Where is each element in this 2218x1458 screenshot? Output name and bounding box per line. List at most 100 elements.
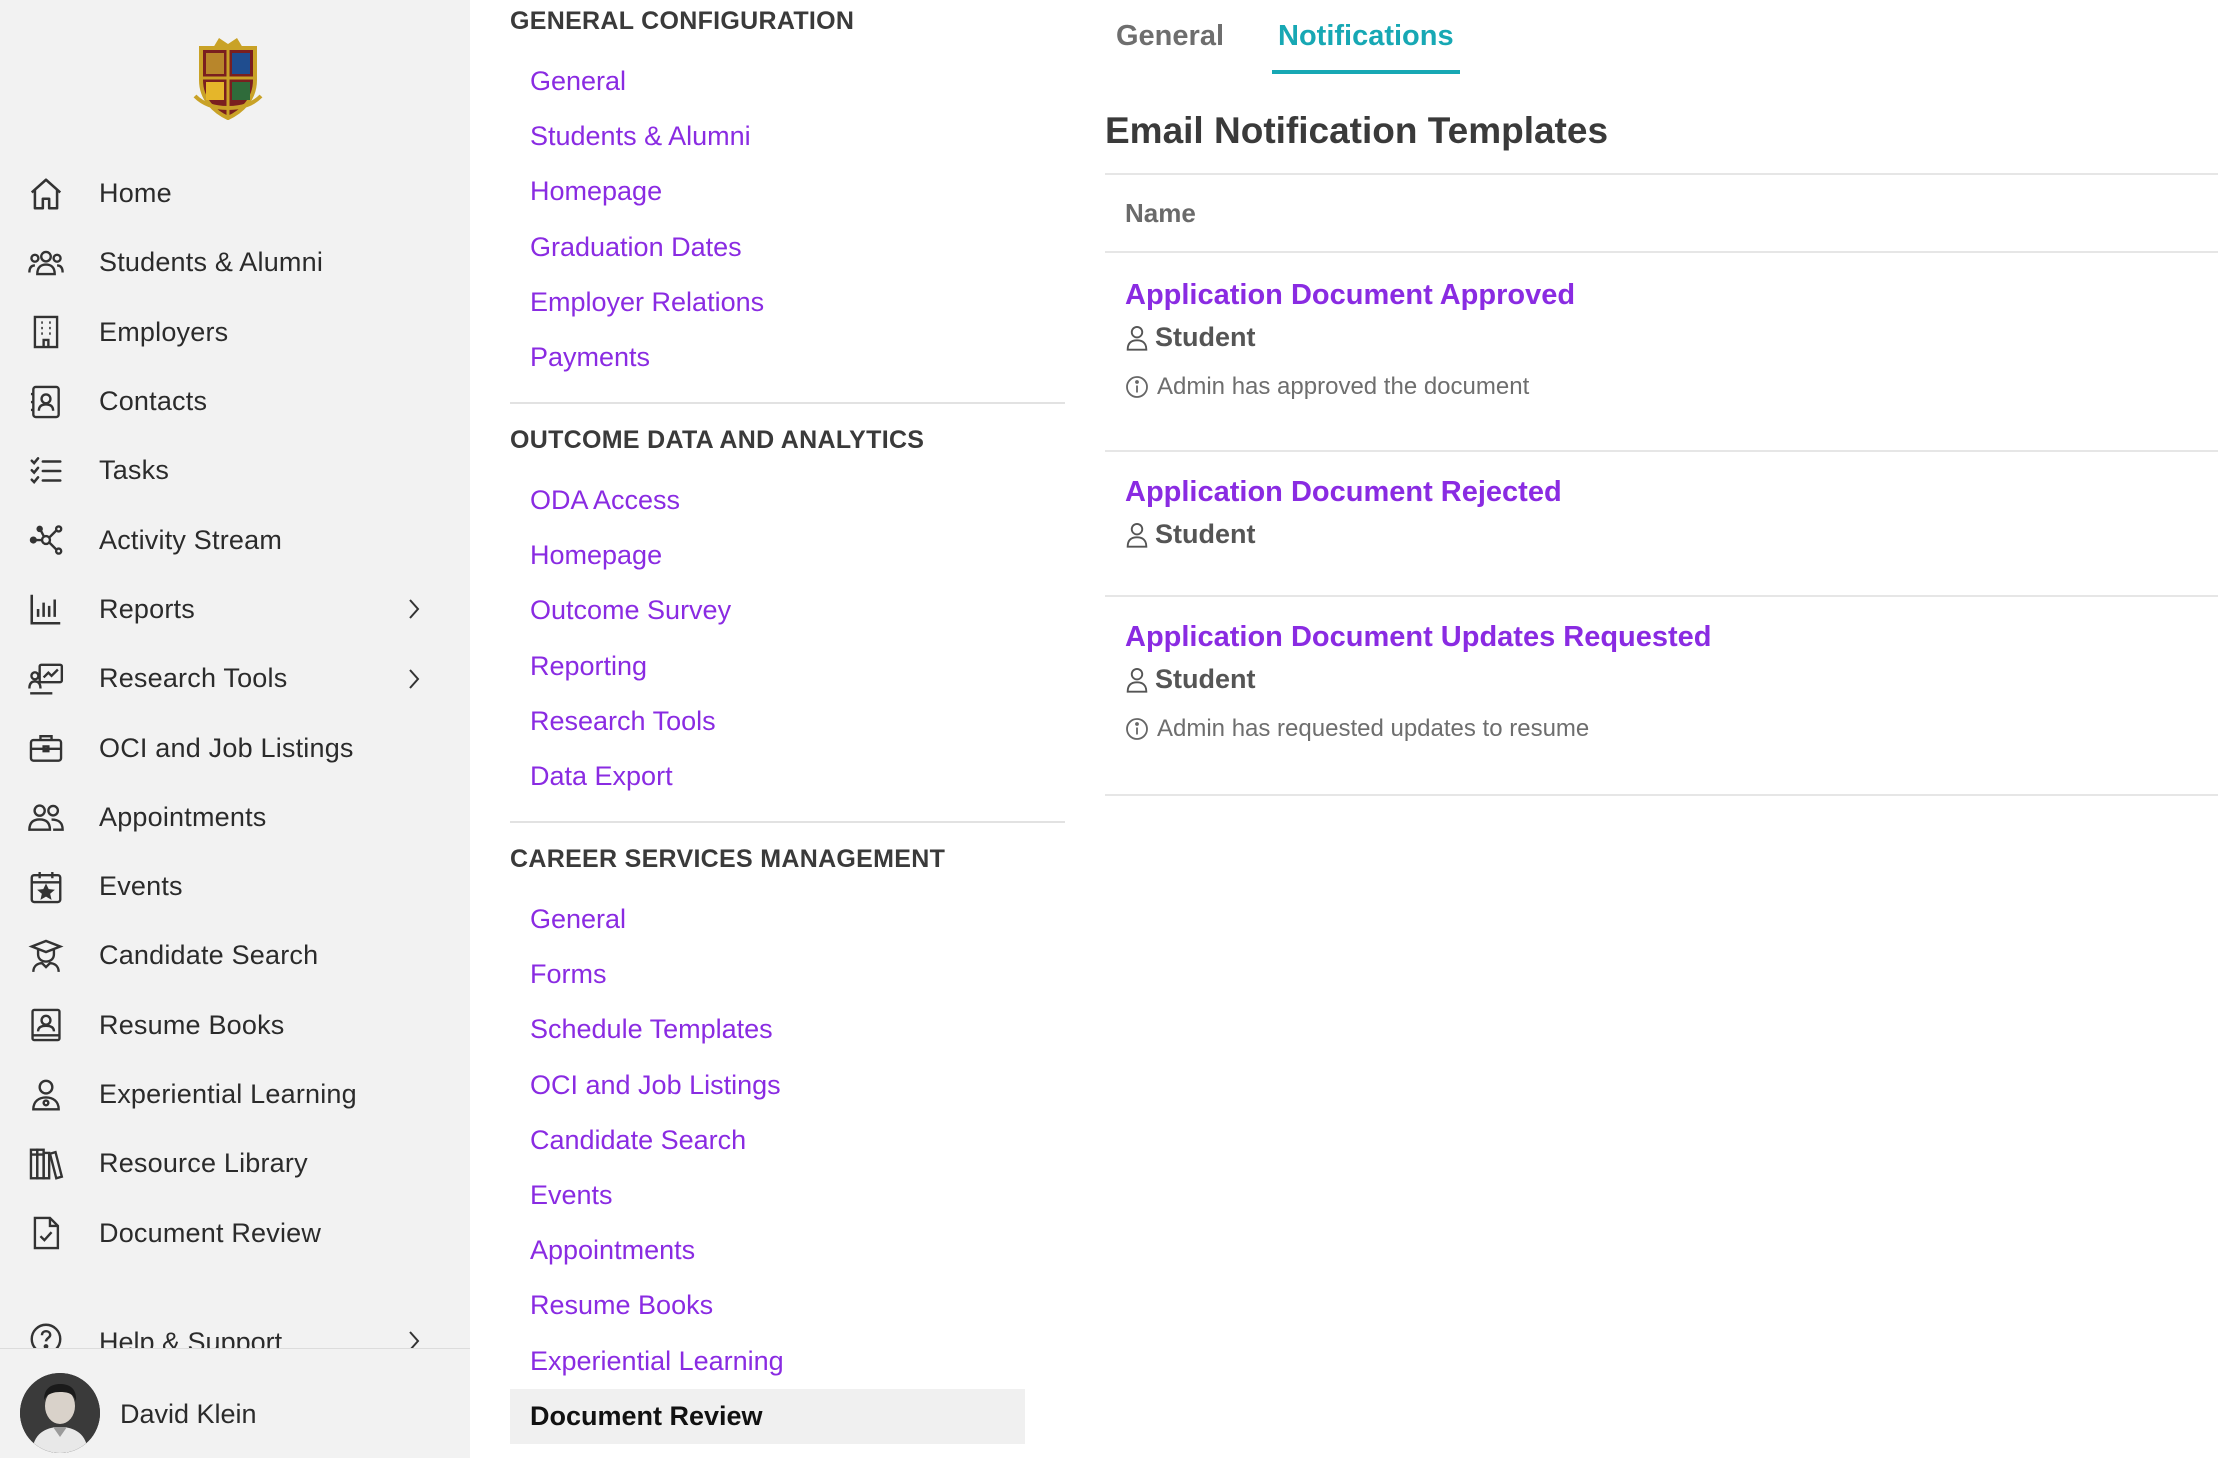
settings-link-schedule-templates[interactable]: Schedule Templates <box>510 1002 1025 1057</box>
settings-link-events[interactable]: Events <box>510 1168 1025 1223</box>
settings-link-payments[interactable]: Payments <box>510 330 1025 385</box>
sidebar-item-label: Appointments <box>99 801 267 832</box>
template-description: Admin has approved the document <box>1125 373 2218 401</box>
settings-link-general[interactable]: General <box>510 54 1025 109</box>
template-name-link[interactable]: Application Document Updates Requested <box>1125 621 1712 654</box>
settings-link-employer-relations[interactable]: Employer Relations <box>510 275 1025 330</box>
sidebar-item-experiential-learning[interactable]: Experiential Learning <box>0 1060 470 1129</box>
chevron-right-icon <box>409 669 420 689</box>
settings-link-research-tools[interactable]: Research Tools <box>510 694 1025 749</box>
section-divider <box>510 821 1065 823</box>
avatar[interactable] <box>20 1373 100 1453</box>
sidebar-item-label: Tasks <box>99 455 170 486</box>
section-title-outcome-data: OUTCOME DATA AND ANALYTICS <box>510 426 925 454</box>
settings-link-document-review[interactable]: Document Review <box>510 1388 1025 1444</box>
settings-link-forms[interactable]: Forms <box>510 947 1025 1002</box>
settings-link-oda-access[interactable]: ODA Access <box>510 473 1025 528</box>
sidebar-item-label: Events <box>99 871 183 902</box>
sidebar-item-label: Employers <box>99 316 229 347</box>
sidebar-item-resume-books[interactable]: Resume Books <box>0 991 470 1060</box>
settings-link-reporting[interactable]: Reporting <box>510 639 1025 694</box>
user-icon <box>1126 522 1148 548</box>
building-icon <box>26 312 66 352</box>
settings-link-appointments[interactable]: Appointments <box>510 1223 1025 1278</box>
person-badge-icon <box>26 1075 66 1115</box>
sidebar-item-label: Research Tools <box>99 663 288 694</box>
checklist-icon <box>26 451 66 491</box>
section-title-general-configuration: GENERAL CONFIGURATION <box>510 7 855 35</box>
sidebar-item-label: Candidate Search <box>99 940 319 971</box>
sidebar-item-appointments[interactable]: Appointments <box>0 783 470 852</box>
recipient: Student <box>1125 519 2218 550</box>
sidebar-item-candidate-search[interactable]: Candidate Search <box>0 921 470 990</box>
calendar-star-icon <box>26 867 66 907</box>
recipient-label: Student <box>1155 664 1256 694</box>
sidebar-item-research-tools[interactable]: Research Tools <box>0 644 470 713</box>
books-icon <box>26 1144 66 1184</box>
section-list-career-services: General Forms Schedule Templates OCI and… <box>510 892 1025 1444</box>
recipient-label: Student <box>1155 519 1256 549</box>
table-row: Application Document Updates Requested S… <box>1105 597 2218 796</box>
sidebar-item-document-review[interactable]: Document Review <box>0 1198 470 1267</box>
network-icon <box>26 520 66 560</box>
sidebar-item-label: Resource Library <box>99 1148 308 1179</box>
sidebar-item-students-alumni[interactable]: Students & Alumni <box>0 228 470 297</box>
templates-table: Name Application Document Approved Stude… <box>1105 173 2218 796</box>
sidebar-item-activity-stream[interactable]: Activity Stream <box>0 505 470 574</box>
sidebar-item-reports[interactable]: Reports <box>0 575 470 644</box>
settings-link-outcome-survey[interactable]: Outcome Survey <box>510 583 1025 638</box>
graduate-icon <box>26 936 66 976</box>
tab-general[interactable]: General <box>1110 0 1230 74</box>
section-title-career-services: CAREER SERVICES MANAGEMENT <box>510 845 946 873</box>
template-name-link[interactable]: Application Document Approved <box>1125 279 1575 312</box>
sidebar-item-oci-job-listings[interactable]: OCI and Job Listings <box>0 713 470 782</box>
settings-link-resume-books[interactable]: Resume Books <box>510 1278 1025 1333</box>
sidebar-item-events[interactable]: Events <box>0 852 470 921</box>
briefcase-icon <box>26 728 66 768</box>
sidebar-item-tasks[interactable]: Tasks <box>0 436 470 505</box>
sidebar-item-label: Home <box>99 178 172 209</box>
template-description: Admin has requested updates to resume <box>1125 715 2218 743</box>
settings-link-data-export[interactable]: Data Export <box>510 749 1025 804</box>
tab-bar: General Notifications <box>1110 0 1502 76</box>
home-icon <box>26 174 66 214</box>
settings-link-homepage[interactable]: Homepage <box>510 164 1025 219</box>
document-check-icon <box>26 1213 66 1253</box>
settings-link-experiential-learning[interactable]: Experiential Learning <box>510 1334 1025 1389</box>
settings-link-oci-job-listings[interactable]: OCI and Job Listings <box>510 1058 1025 1113</box>
page-title: Email Notification Templates <box>1105 110 1609 151</box>
tab-notifications[interactable]: Notifications <box>1272 0 1460 74</box>
section-divider <box>510 402 1065 404</box>
sidebar-item-home[interactable]: Home <box>0 159 470 228</box>
settings-link-candidate-search[interactable]: Candidate Search <box>510 1113 1025 1168</box>
settings-link-graduation-dates[interactable]: Graduation Dates <box>510 220 1025 275</box>
info-icon <box>1126 718 1148 740</box>
template-name-link[interactable]: Application Document Rejected <box>1125 476 1562 509</box>
description-text: Admin has approved the document <box>1157 373 1530 400</box>
user-profile[interactable]: David Klein <box>0 1348 470 1458</box>
sidebar-item-label: Document Review <box>99 1217 322 1248</box>
sidebar-item-label: Resume Books <box>99 1009 285 1040</box>
sidebar-item-label: Students & Alumni <box>99 247 324 278</box>
sidebar-item-resource-library[interactable]: Resource Library <box>0 1129 470 1198</box>
settings-link-students-alumni[interactable]: Students & Alumni <box>510 109 1025 164</box>
sidebar-item-label: Reports <box>99 593 195 624</box>
chevron-right-icon <box>409 599 420 620</box>
column-header-name[interactable]: Name <box>1105 173 2218 253</box>
sidebar-item-employers[interactable]: Employers <box>0 298 470 367</box>
resume-book-icon <box>26 1005 66 1045</box>
sidebar-item-contacts[interactable]: Contacts <box>0 367 470 436</box>
table-row: Application Document Approved Student Ad… <box>1105 253 2218 452</box>
settings-link-csm-general[interactable]: General <box>510 892 1025 947</box>
bar-chart-icon <box>26 589 66 629</box>
school-crest-icon[interactable] <box>193 34 263 121</box>
research-chart-icon <box>26 659 66 699</box>
two-people-icon <box>26 797 66 837</box>
settings-link-oda-homepage[interactable]: Homepage <box>510 528 1025 583</box>
section-list-outcome-data: ODA Access Homepage Outcome Survey Repor… <box>510 473 1025 804</box>
section-list-general-configuration: General Students & Alumni Homepage Gradu… <box>510 54 1025 385</box>
sidebar-item-label: Contacts <box>99 386 208 417</box>
description-text: Admin has requested updates to resume <box>1157 715 1590 742</box>
user-name: David Klein <box>120 1399 257 1429</box>
settings-nav: GENERAL CONFIGURATION General Students &… <box>470 0 1065 1458</box>
